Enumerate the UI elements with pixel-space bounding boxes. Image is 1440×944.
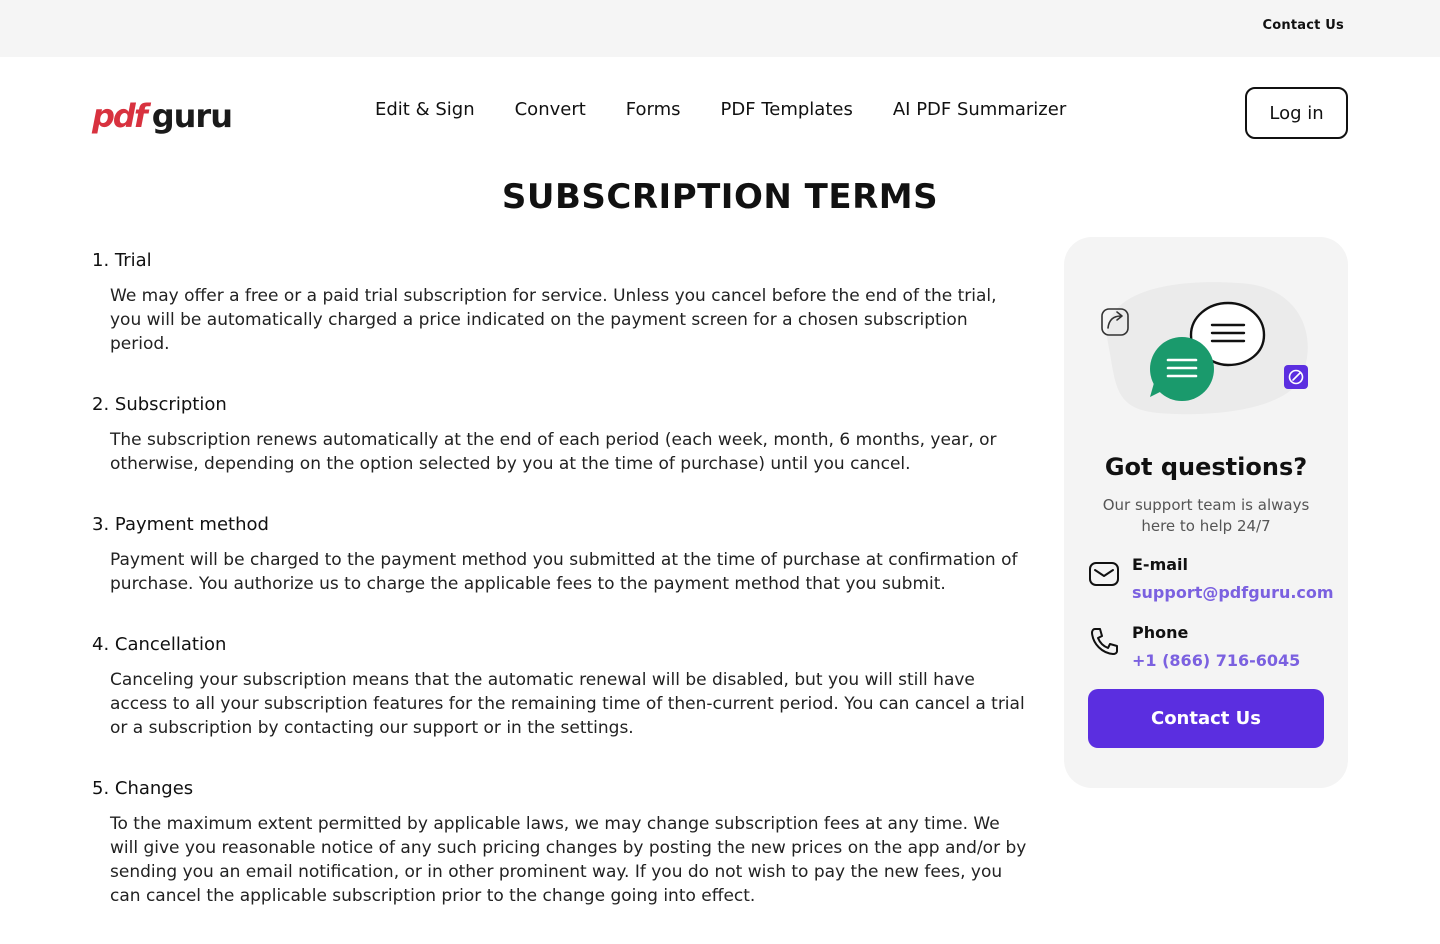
- support-subtitle: Our support team is always here to help …: [1102, 496, 1310, 535]
- mail-icon: [1089, 562, 1119, 586]
- nav-item-convert[interactable]: Convert: [515, 99, 586, 120]
- term-section: 3. Payment method Payment will be charge…: [92, 512, 1027, 596]
- email-link[interactable]: support@pdfguru.com: [1132, 583, 1334, 602]
- term-body: Payment will be charged to the payment m…: [110, 550, 1018, 594]
- term-title: 3. Payment method: [92, 514, 269, 535]
- phone-label: Phone: [1132, 623, 1189, 642]
- nav-item-pdf-templates[interactable]: PDF Templates: [721, 99, 853, 120]
- term-body: We may offer a free or a paid trial subs…: [110, 286, 997, 354]
- term-title: 1. Trial: [92, 250, 152, 271]
- term-body: To the maximum extent permitted by appli…: [110, 814, 1027, 906]
- phone-icon: [1091, 628, 1118, 655]
- topbar-contact-link[interactable]: Contact Us: [1263, 18, 1344, 33]
- chat-bubble-green-icon: [1150, 337, 1214, 401]
- logo-guru-text: guru: [151, 97, 233, 135]
- page-title: SUBSCRIPTION TERMS: [501, 177, 939, 217]
- term-title: 4. Cancellation: [92, 634, 227, 655]
- logo-pdf-text: pdf: [92, 97, 148, 135]
- phone-link[interactable]: +1 (866) 716-6045: [1132, 651, 1300, 670]
- term-section: 4. Cancellation Canceling your subscript…: [92, 632, 1027, 740]
- site-header: pdf guru Edit & Sign Convert Forms PDF T…: [0, 57, 1440, 167]
- term-body: The subscription renews automatically at…: [110, 430, 997, 474]
- term-title: 2. Subscription: [92, 394, 227, 415]
- pdfguru-logo[interactable]: pdf guru: [92, 93, 233, 135]
- term-section: 2. Subscription The subscription renews …: [92, 392, 1027, 476]
- nav-item-ai-pdf-summarizer[interactable]: AI PDF Summarizer: [893, 99, 1066, 120]
- nav-item-edit-sign[interactable]: Edit & Sign: [375, 99, 475, 120]
- email-label: E-mail: [1132, 555, 1189, 574]
- support-chat-illustration: [1101, 282, 1308, 415]
- nav-item-forms[interactable]: Forms: [626, 99, 681, 120]
- attachment-icon: [1284, 365, 1308, 389]
- support-title: Got questions?: [1104, 453, 1308, 481]
- support-card: Got questions? Our support team is alway…: [1064, 237, 1348, 788]
- main-nav: Edit & Sign Convert Forms PDF Templates …: [375, 99, 1106, 120]
- top-utility-bar: Contact Us: [0, 0, 1440, 57]
- term-section: 1. Trial We may offer a free or a paid t…: [92, 248, 1027, 356]
- terms-list: 1. Trial We may offer a free or a paid t…: [92, 248, 1027, 944]
- login-button[interactable]: Log in: [1245, 87, 1348, 139]
- term-body: Canceling your subscription means that t…: [110, 670, 1025, 738]
- term-section: 5. Changes To the maximum extent permitt…: [92, 776, 1027, 908]
- contact-us-button[interactable]: Contact Us: [1088, 689, 1324, 748]
- term-title: 5. Changes: [92, 778, 194, 799]
